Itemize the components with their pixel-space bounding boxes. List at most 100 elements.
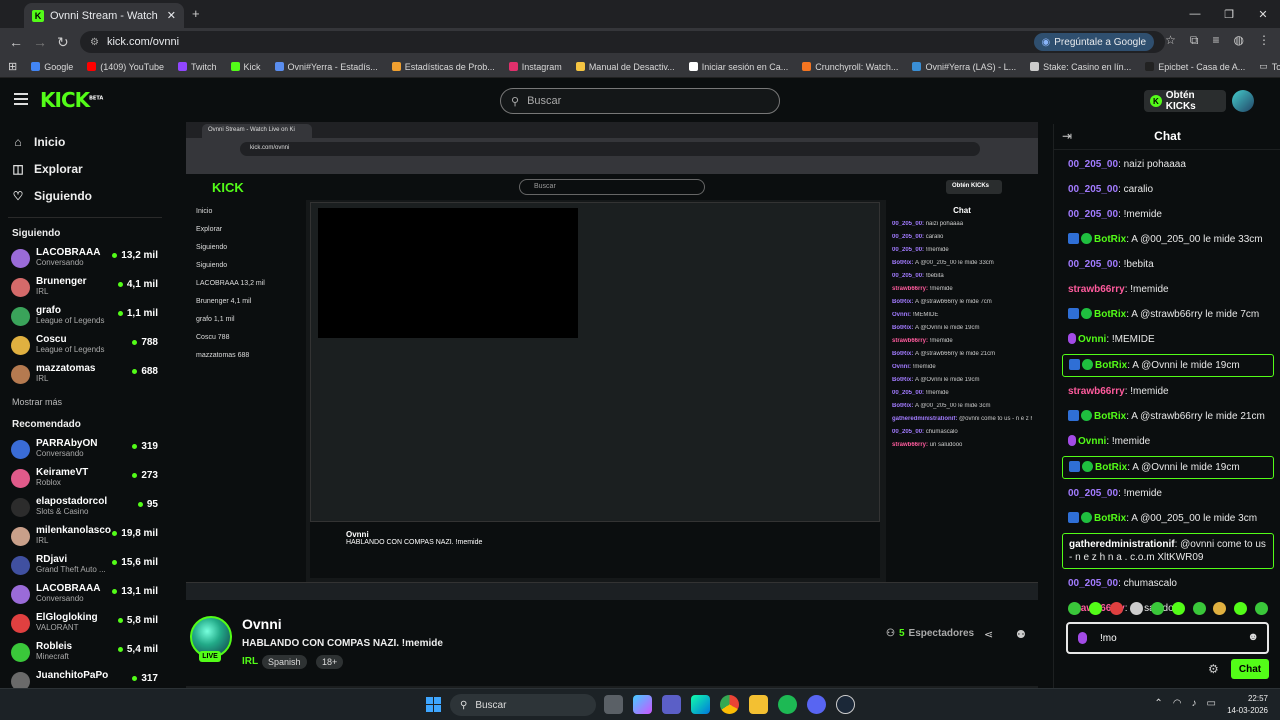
browser-tab[interactable]: K Ovnni Stream - Watch Live on Ki ✕ bbox=[24, 3, 184, 28]
chat-username[interactable]: strawb66rry bbox=[1068, 284, 1125, 295]
forward-icon[interactable]: → bbox=[33, 34, 47, 50]
channel-item[interactable]: milenkanolasco IRL 19,8 mil bbox=[0, 522, 170, 551]
spotify-icon[interactable] bbox=[778, 695, 797, 714]
bookmark-item[interactable]: Ovni#Yerra - Estadís... bbox=[274, 62, 378, 72]
chat-username[interactable]: Ovnni bbox=[1078, 436, 1106, 447]
steam-icon[interactable] bbox=[836, 695, 855, 714]
tray-chevron-icon[interactable]: ⌃ bbox=[1154, 698, 1162, 709]
channel-item[interactable]: Coscu League of Legends 788 bbox=[0, 331, 170, 360]
taskbar-search[interactable]: ⚲ Buscar bbox=[450, 694, 596, 716]
chat-username[interactable]: Ovnni bbox=[1078, 334, 1106, 345]
chat-username[interactable]: 00_205_00 bbox=[1068, 184, 1118, 195]
emote-icon[interactable] bbox=[1213, 602, 1227, 615]
chat-input-box[interactable]: ☻ bbox=[1066, 622, 1269, 654]
channel-item[interactable]: grafo League of Legends 1,1 mil bbox=[0, 302, 170, 331]
sidebar-nav-explorar[interactable]: ◫ Explorar bbox=[0, 155, 170, 182]
stream-category[interactable]: IRL bbox=[242, 656, 258, 667]
all-favorites-link[interactable]: ▭Todos los favoritos bbox=[1259, 61, 1280, 72]
emote-icon[interactable] bbox=[1192, 602, 1206, 615]
close-tab-icon[interactable]: ✕ bbox=[167, 9, 176, 22]
chat-username[interactable]: 00_205_00 bbox=[1068, 209, 1118, 220]
emote-icon[interactable] bbox=[1254, 602, 1268, 615]
teams-icon[interactable] bbox=[662, 695, 681, 714]
emote-icon[interactable] bbox=[1171, 602, 1185, 615]
star-icon[interactable]: ☆ bbox=[1165, 33, 1176, 48]
channel-item[interactable]: RDjavi Grand Theft Auto ... 15,6 mil bbox=[0, 551, 170, 580]
ask-google-button[interactable]: ◉ Pregúntale a Google bbox=[1033, 33, 1154, 51]
chrome-icon[interactable] bbox=[720, 695, 739, 714]
video-player[interactable]: Ovnni Stream - Watch Live on Ki kick.com… bbox=[186, 122, 1038, 600]
discord-icon[interactable] bbox=[807, 695, 826, 714]
chat-username[interactable]: BotRix bbox=[1095, 360, 1127, 371]
chat-username[interactable]: 00_205_00 bbox=[1068, 259, 1118, 270]
extensions-icon[interactable]: ⧉ bbox=[1190, 33, 1199, 48]
chat-username[interactable]: 00_205_00 bbox=[1068, 488, 1118, 499]
user-avatar[interactable] bbox=[1232, 90, 1254, 112]
close-window-icon[interactable]: ✕ bbox=[1246, 0, 1280, 28]
follow-icon[interactable]: ⚉ bbox=[1016, 628, 1026, 641]
bookmark-item[interactable]: Stake: Casino en lín... bbox=[1030, 62, 1131, 72]
minimize-icon[interactable]: — bbox=[1178, 0, 1212, 28]
bookmark-item[interactable]: Iniciar sesión en Ca... bbox=[688, 62, 788, 72]
bookmark-item[interactable]: Twitch bbox=[177, 62, 217, 72]
bookmark-item[interactable]: Epicbet - Casa de A... bbox=[1145, 62, 1245, 72]
bookmark-item[interactable]: Estadísticas de Prob... bbox=[391, 62, 495, 72]
sidebar-nav-siguiendo[interactable]: ♡ Siguiendo bbox=[0, 182, 170, 209]
emoji-icon[interactable]: ☻ bbox=[1247, 631, 1259, 643]
chat-input[interactable] bbox=[1100, 630, 1240, 646]
emote-icon[interactable] bbox=[1109, 602, 1123, 615]
channel-item[interactable]: PARRAbyON Conversando 319 bbox=[0, 435, 170, 464]
chat-send-button[interactable]: Chat bbox=[1231, 659, 1269, 679]
chat-username[interactable]: BotRix bbox=[1095, 462, 1127, 473]
emote-icon[interactable] bbox=[1130, 602, 1144, 615]
channel-item[interactable]: LACOBRAAA Conversando 13,1 mil bbox=[0, 580, 170, 609]
bookmark-item[interactable]: Kick bbox=[230, 62, 261, 72]
sidebar-nav-inicio[interactable]: ⌂ Inicio bbox=[0, 128, 170, 155]
volume-icon[interactable]: ♪ bbox=[1192, 698, 1197, 709]
kick-logo[interactable]: KICKBETA bbox=[40, 88, 103, 112]
menu-icon[interactable]: ⋮ bbox=[1258, 33, 1270, 48]
tag-language[interactable]: Spanish bbox=[262, 655, 307, 669]
clock[interactable]: 22:57 14-03-2026 bbox=[1227, 693, 1268, 717]
get-kicks-button[interactable]: K Obtén KICKs bbox=[1144, 90, 1226, 112]
back-icon[interactable]: ← bbox=[9, 34, 23, 50]
chat-settings-icon[interactable]: ⚙ bbox=[1208, 662, 1219, 676]
chat-username[interactable]: BotRix bbox=[1094, 309, 1126, 320]
channel-item[interactable]: elapostadorcol Slots & Casino 95 bbox=[0, 493, 170, 522]
chat-username[interactable]: BotRix bbox=[1094, 234, 1126, 245]
channel-item[interactable]: KeirameVT Roblox 273 bbox=[0, 464, 170, 493]
tag-age[interactable]: 18+ bbox=[316, 655, 344, 669]
bookmark-item[interactable]: Google bbox=[31, 62, 73, 72]
channel-item[interactable]: ElGlogloking VALORANT 5,8 mil bbox=[0, 609, 170, 638]
new-tab-icon[interactable]: + bbox=[192, 6, 200, 21]
show-more-link[interactable]: Mostrar más bbox=[0, 391, 170, 413]
bookmark-item[interactable]: Instagram bbox=[508, 62, 562, 72]
chat-username[interactable]: strawb66rry bbox=[1068, 386, 1125, 397]
hamburger-menu-icon[interactable] bbox=[14, 93, 28, 108]
channel-item[interactable]: Robleis Minecraft 5,4 mil bbox=[0, 638, 170, 667]
bookmark-item[interactable]: Manual de Desactiv... bbox=[575, 62, 675, 72]
wifi-icon[interactable]: ◠ bbox=[1173, 698, 1182, 709]
chat-username[interactable]: gatheredministrationif bbox=[1069, 539, 1175, 550]
streamer-name[interactable]: Ovnni bbox=[242, 616, 282, 632]
channel-item[interactable]: LACOBRAAA Conversando 13,2 mil bbox=[0, 244, 170, 273]
media-icon[interactable]: ≡ bbox=[1213, 33, 1220, 48]
emote-icon[interactable] bbox=[1151, 602, 1165, 615]
channel-item[interactable]: Brunenger IRL 4,1 mil bbox=[0, 273, 170, 302]
search-box[interactable]: ⚲ Buscar bbox=[500, 88, 780, 114]
address-bar[interactable]: ⚙ kick.com/ovnni bbox=[80, 31, 1165, 53]
bookmark-item[interactable]: Crunchyroll: Watch... bbox=[802, 62, 898, 72]
chat-username[interactable]: 00_205_00 bbox=[1068, 578, 1118, 589]
emote-icon[interactable] bbox=[1234, 602, 1248, 615]
profile-icon[interactable]: ◍ bbox=[1234, 33, 1244, 48]
battery-icon[interactable]: ▭ bbox=[1207, 698, 1216, 709]
windows-start-icon[interactable] bbox=[426, 697, 441, 712]
emote-icon[interactable] bbox=[1068, 602, 1081, 615]
maximize-icon[interactable]: ❐ bbox=[1212, 0, 1246, 28]
bookmark-item[interactable]: Ovni#Yerra (LAS) - L... bbox=[912, 62, 1016, 72]
site-info-icon[interactable]: ⚙ bbox=[90, 37, 99, 48]
channel-item[interactable]: JuanchitoPaPo 317 bbox=[0, 667, 170, 688]
apps-grid-icon[interactable]: ⊞ bbox=[8, 60, 17, 73]
bookmark-item[interactable]: (1409) YouTube bbox=[87, 62, 164, 72]
share-icon[interactable]: ⋖ bbox=[984, 628, 993, 641]
